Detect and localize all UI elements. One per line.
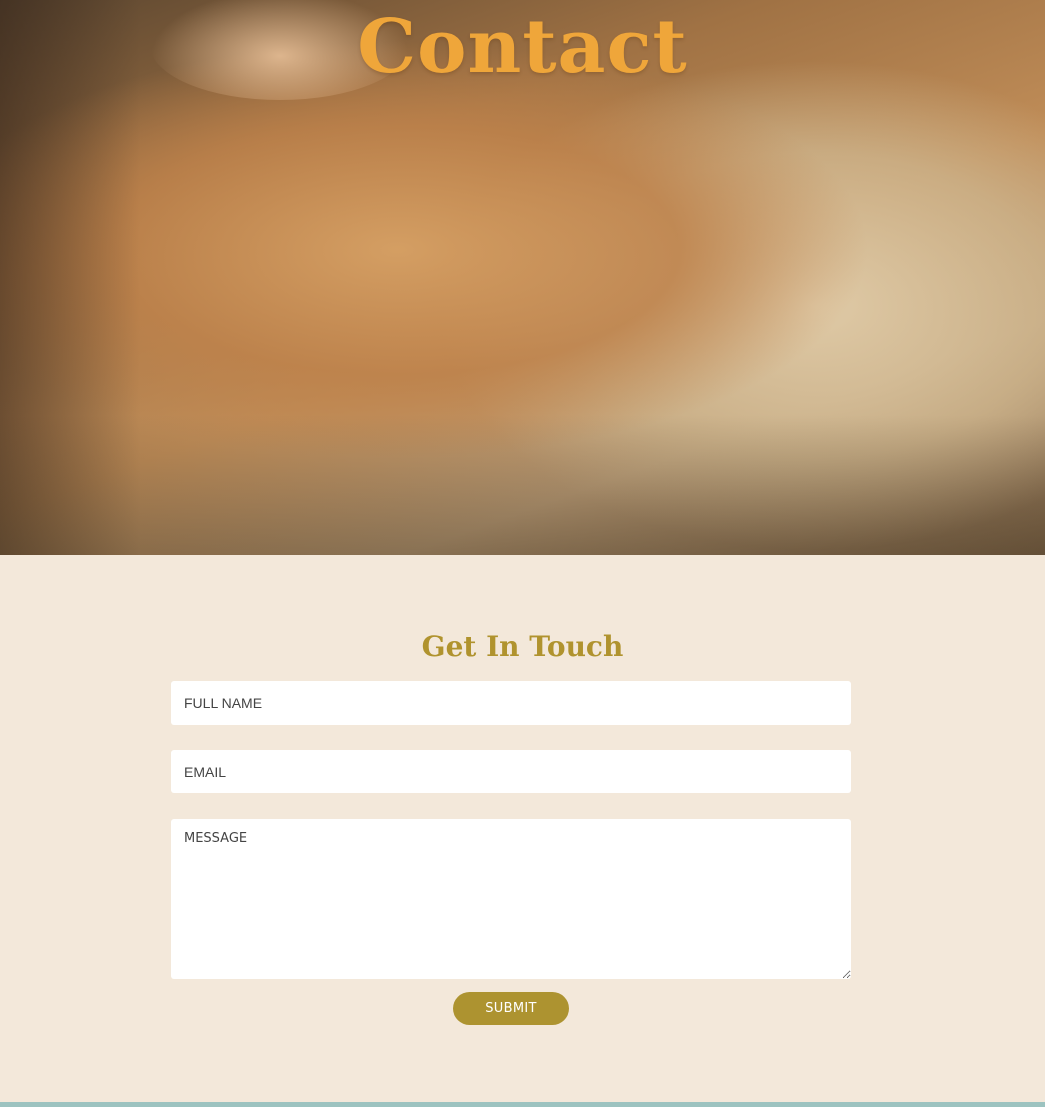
section-heading: Get In Touch <box>421 630 624 663</box>
submit-button[interactable]: SUBMIT <box>453 992 569 1025</box>
full-name-input[interactable] <box>171 681 851 725</box>
hero-photo-shade-bottom <box>0 415 1045 555</box>
page-title: Contact <box>357 4 688 90</box>
hero-banner: Contact <box>0 0 1045 555</box>
footer-divider <box>0 1102 1045 1107</box>
email-input[interactable] <box>171 750 851 793</box>
contact-form-section: Get In Touch SUBMIT <box>0 555 1045 1102</box>
message-textarea[interactable] <box>171 819 851 979</box>
